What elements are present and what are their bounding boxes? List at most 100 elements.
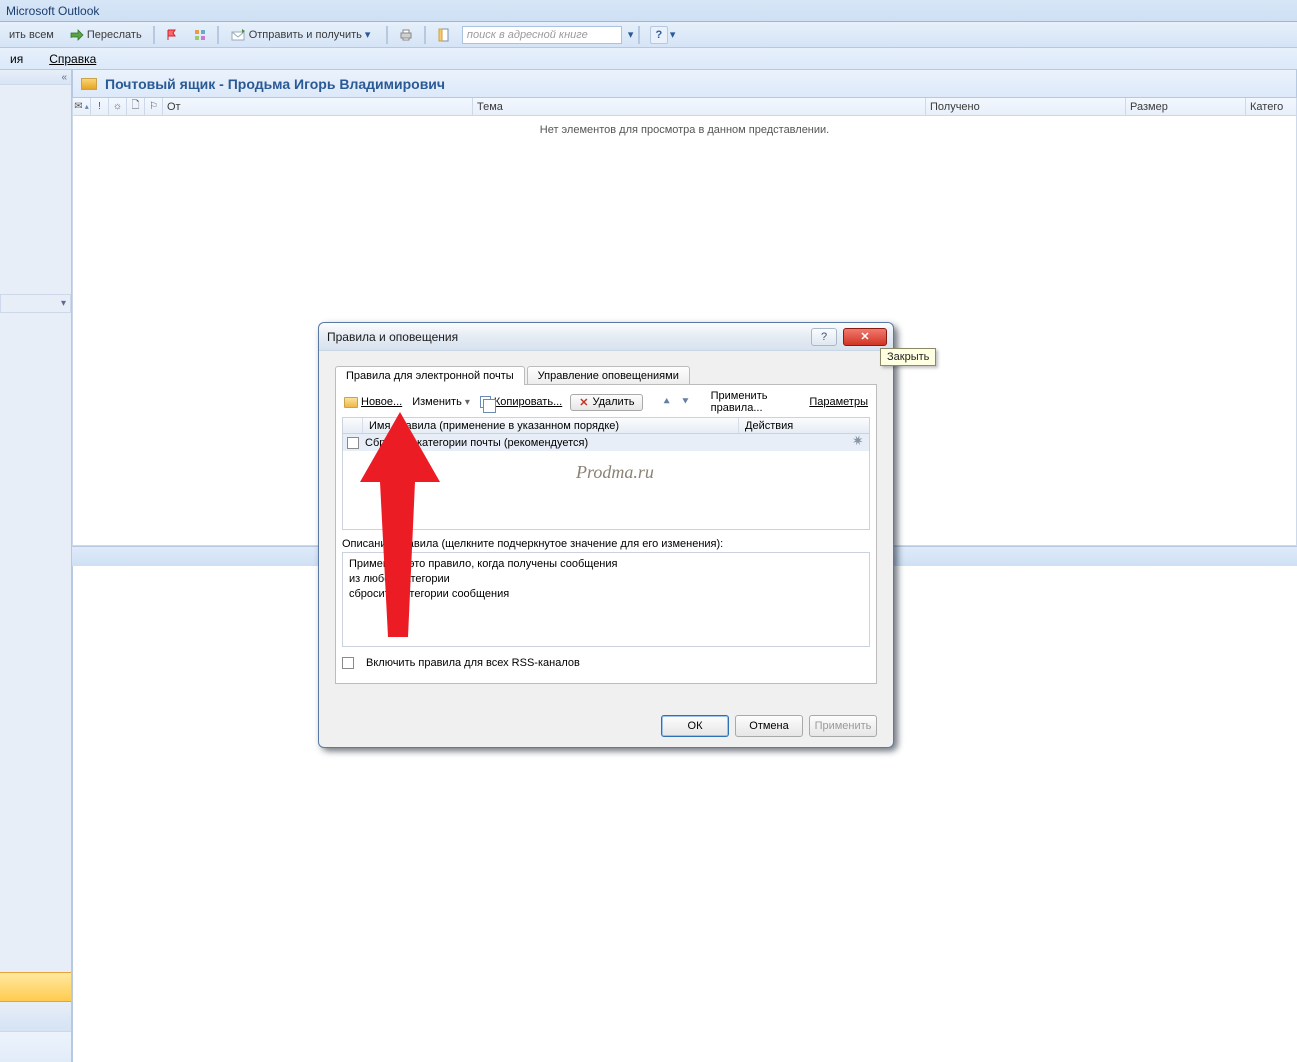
mailbox-title: Почтовый ящик - Продьма Игорь Владимиров… (105, 76, 445, 92)
col-rule-name[interactable]: Имя правила (применение в указанном поря… (363, 418, 739, 433)
rules-panel: Новое... Изменить ▾ Копировать... ✕Удали… (335, 384, 877, 684)
dropdown-arrow-icon: ▾ (465, 397, 470, 408)
menu-actions[interactable]: ия (4, 51, 29, 67)
apply-rules-button[interactable]: Применить правила... (709, 389, 802, 415)
main-toolbar: ить всем Переслать Отправить и получить … (0, 22, 1297, 48)
paperclip-icon: ⚐ (149, 101, 158, 112)
move-up-button[interactable]: ⯅ (660, 396, 673, 409)
dialog-tabs: Правила для электронной почты Управление… (335, 361, 877, 385)
rss-checkbox[interactable] (342, 657, 354, 669)
desc-line: из любой категории (349, 572, 863, 587)
categorize-icon-button[interactable] (187, 27, 213, 43)
col-size[interactable]: Размер (1126, 98, 1246, 115)
toolbar-separator (153, 26, 155, 44)
menu-help[interactable]: Справка (43, 51, 102, 67)
search-placeholder: поиск в адресной книге (467, 29, 588, 41)
edit-rule-button[interactable]: Изменить ▾ (410, 395, 472, 409)
apply-button[interactable]: Применить (809, 715, 877, 737)
col-icon[interactable]: ☼ (109, 98, 127, 115)
col-category[interactable]: Катего (1246, 98, 1296, 115)
col-reminder[interactable]: ! (91, 98, 109, 115)
desc-line: Применить это правило, когда получены со… (349, 557, 863, 572)
nav-more-buttons[interactable] (0, 1032, 71, 1062)
tab-email-rules[interactable]: Правила для электронной почты (335, 366, 525, 385)
menu-bar: ия Справка (0, 48, 1297, 70)
print-icon (399, 28, 413, 42)
search-dropdown-icon[interactable]: ▾ (624, 28, 634, 41)
col-check[interactable] (343, 418, 363, 433)
rule-description-label: Описание правила (щелкните подчеркнутое … (342, 538, 870, 550)
dropdown-arrow-icon: ▾ (365, 28, 375, 41)
rule-action-icon (851, 435, 866, 450)
importance-icon: ✉ (74, 101, 82, 112)
toolbar-separator (217, 26, 219, 44)
rules-grid-body[interactable]: Сбросить категории почты (рекомендуется) (342, 434, 870, 530)
categorize-icon (194, 29, 206, 41)
nav-folder-list[interactable] (0, 85, 71, 295)
mailbox-header: Почтовый ящик - Продьма Игорь Владимиров… (72, 70, 1297, 98)
dialog-footer: ОК Отмена Применить (661, 715, 877, 737)
move-down-button[interactable]: ⯆ (679, 396, 692, 409)
nav-calendar-button[interactable] (0, 1002, 71, 1032)
dialog-title-bar[interactable]: Правила и оповещения ? ✕ (319, 323, 893, 351)
dialog-help-button[interactable]: ? (811, 328, 837, 346)
flag-icon (166, 29, 178, 41)
nav-mail-button[interactable] (0, 972, 71, 1002)
toolbar-separator (386, 26, 388, 44)
forward-button[interactable]: Переслать (63, 27, 149, 43)
print-icon-button[interactable] (392, 26, 420, 44)
x-icon: ✕ (579, 396, 588, 409)
help-dropdown-icon[interactable]: ▾ (670, 28, 680, 41)
desc-line: сбросить категории сообщения (349, 587, 863, 602)
rule-description-box[interactable]: Применить это правило, когда получены со… (342, 552, 870, 647)
col-attachment[interactable]: 🗋 (127, 98, 145, 115)
dialog-title: Правила и оповещения (327, 330, 458, 344)
tab-manage-alerts[interactable]: Управление оповещениями (527, 366, 690, 385)
cancel-button[interactable]: Отмена (735, 715, 803, 737)
rules-toolbar: Новое... Изменить ▾ Копировать... ✕Удали… (342, 391, 870, 413)
attachment-icon: 🗋 (131, 98, 139, 115)
col-received[interactable]: Получено (926, 98, 1126, 115)
nav-pane: « ▾ (0, 70, 72, 1062)
send-receive-button[interactable]: Отправить и получить ▾ (223, 26, 382, 44)
rss-option-row: Включить правила для всех RSS-каналов (342, 657, 870, 669)
col-from[interactable]: От (163, 98, 473, 115)
address-book-icon (437, 28, 451, 42)
empty-list-text: Нет элементов для просмотра в данном пре… (540, 124, 829, 136)
nav-folders-dropdown[interactable]: ▾ (0, 295, 71, 313)
rule-options-button[interactable]: Параметры (807, 395, 870, 409)
delete-rule-button[interactable]: ✕Удалить (570, 394, 643, 411)
col-rule-actions[interactable]: Действия (739, 418, 869, 433)
send-receive-icon (230, 28, 246, 42)
nav-collapse-button[interactable]: « (0, 70, 71, 85)
forward-icon (70, 29, 84, 41)
col-flag[interactable]: ⚐ (145, 98, 163, 115)
flag-icon-button[interactable] (159, 27, 185, 43)
rss-label: Включить правила для всех RSS-каналов (366, 657, 580, 669)
rules-grid-header: Имя правила (применение в указанном поря… (342, 417, 870, 434)
toolbar-separator (638, 26, 640, 44)
message-columns-header: ✉▴ ! ☼ 🗋 ⚐ От Тема Получено Размер Катег… (72, 98, 1297, 116)
col-importance[interactable]: ✉▴ (73, 98, 91, 115)
reminder-icon: ! (98, 101, 101, 112)
ok-button[interactable]: ОК (661, 715, 729, 737)
new-rule-icon (344, 397, 358, 408)
app-title-bar: Microsoft Outlook (0, 0, 1297, 22)
help-button[interactable]: ? (650, 26, 668, 44)
toolbar-separator (424, 26, 426, 44)
col-subject[interactable]: Тема (473, 98, 926, 115)
rules-dialog: Правила и оповещения ? ✕ Правила для эле… (318, 322, 894, 748)
rule-checkbox[interactable] (347, 437, 359, 449)
address-book-button[interactable] (430, 26, 458, 44)
dialog-close-button[interactable]: ✕ (843, 328, 887, 346)
address-search-input[interactable]: поиск в адресной книге (462, 26, 622, 44)
copy-rule-button[interactable]: Копировать... (478, 395, 564, 409)
reply-all-button[interactable]: ить всем (2, 27, 61, 43)
bell-icon: ☼ (113, 101, 122, 112)
close-tooltip: Закрыть (880, 348, 936, 366)
new-rule-button[interactable]: Новое... (342, 395, 404, 409)
rule-row[interactable]: Сбросить категории почты (рекомендуется) (343, 434, 869, 451)
rule-name-text: Сбросить категории почты (рекомендуется) (365, 437, 853, 449)
copy-icon (480, 396, 491, 408)
app-title: Microsoft Outlook (6, 4, 99, 18)
